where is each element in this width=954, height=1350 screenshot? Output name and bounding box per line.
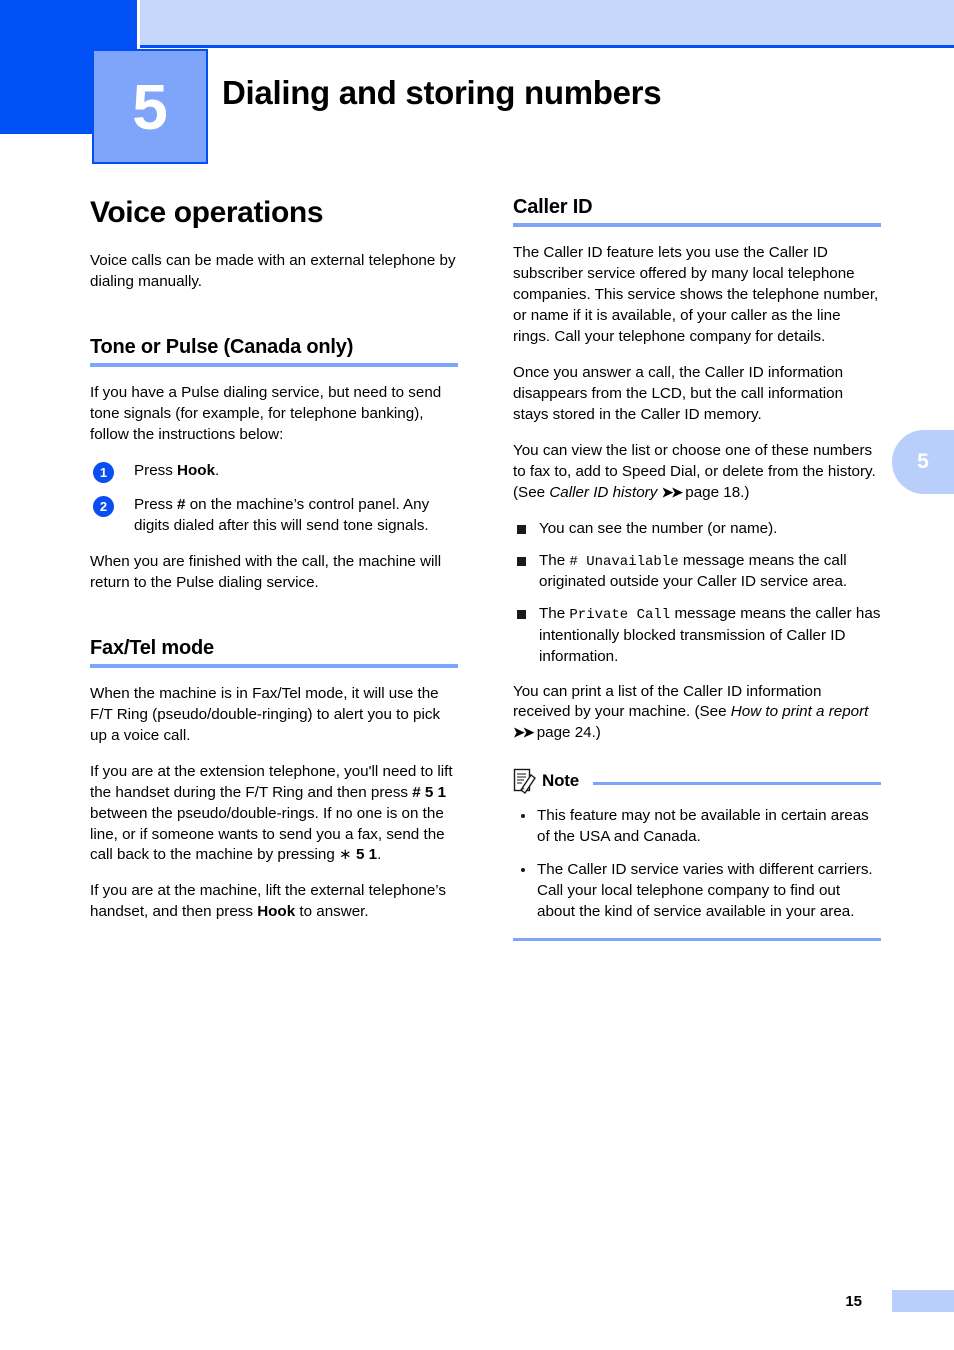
fax-tel-para-2: If you are at the extension telephone, y… (90, 762, 458, 867)
note-header: Note (513, 766, 881, 796)
caller-id-para-2: Once you answer a call, the Caller ID in… (513, 363, 844, 423)
note-item: The Caller ID service varies with differ… (513, 860, 881, 923)
note-item-text: The Caller ID service varies with differ… (537, 861, 873, 921)
xref-caller-id-history: Caller ID history (549, 483, 658, 501)
caller-id-para-4: You can print a list of the Caller ID in… (513, 682, 881, 745)
fax-tel-para-2-a: If you are at the extension telephone, y… (90, 762, 453, 801)
right-column: Caller ID The Caller ID feature lets you… (513, 196, 881, 942)
step-number-badge: 2 (93, 495, 114, 517)
note-label: Note (542, 771, 579, 791)
dot-bullet-icon (521, 814, 525, 819)
bullet-text-pre: You can see the number (or name). (539, 519, 778, 537)
square-bullet-icon (517, 610, 526, 620)
voice-operations-intro: Voice calls can be made with an external… (90, 252, 456, 290)
note-item-text: This feature may not be available in cer… (537, 807, 869, 846)
step-text-pre: Press (134, 461, 178, 479)
bullet-text-mono: # Unavailable (569, 553, 679, 570)
tone-or-pulse-closing: When you are finished with the call, the… (90, 552, 442, 591)
note-pencil-icon (513, 769, 536, 795)
fax-tel-para-1: When the machine is in Fax/Tel mode, it … (90, 684, 441, 744)
heading-fax-tel-mode: Fax/Tel mode (90, 637, 458, 668)
section-title-voice-operations: Voice operations (90, 196, 324, 229)
list-item: You can see the number (or name). (513, 519, 881, 540)
fax-tel-para-2-f: . (377, 846, 382, 864)
list-item: The # Unavailable message means the call… (513, 551, 881, 593)
left-column: Voice operations Voice calls can be made… (90, 196, 458, 923)
note-block: Note This feature may not be available i… (513, 766, 881, 942)
square-bullet-icon (517, 524, 526, 534)
step-item: 2 Press # on the machine’s control panel… (90, 495, 458, 537)
step-item: 1 Press Hook. (90, 461, 458, 483)
page-footer: 15 (0, 1290, 954, 1316)
tone-or-pulse-lead: If you have a Pulse dialing service, but… (90, 383, 442, 443)
fax-tel-keys-5-1: 5 1 (356, 846, 378, 864)
step-number-badge: 1 (93, 461, 114, 483)
asterisk-symbol: ∗ (339, 846, 352, 864)
caller-id-para-4-b: page 24.) (532, 724, 601, 742)
xref-how-to-print-a-report: How to print a report (730, 703, 869, 721)
fax-tel-para-3: If you are at the machine, lift the exte… (90, 881, 458, 923)
page-header: 5 Dialing and storing numbers (0, 0, 954, 180)
caller-id-bullet-list: You can see the number (or name). The # … (513, 519, 881, 668)
note-body: This feature may not be available in cer… (513, 806, 881, 923)
xref-arrows-icon: ➤➤ (661, 483, 684, 500)
step-text-bold: # (177, 495, 186, 513)
dot-bullet-icon (521, 868, 525, 873)
xref-arrows-icon: ➤➤ (513, 724, 535, 741)
side-chapter-tab: 5 (892, 430, 954, 494)
bullet-text-mono: Private Call (569, 607, 671, 624)
caller-id-para-3: You can view the list or choose one of t… (513, 441, 881, 504)
caller-id-para-1: The Caller ID feature lets you use the C… (513, 244, 879, 345)
chapter-title: Dialing and storing numbers (222, 74, 662, 111)
step-text-pre: Press (134, 495, 178, 513)
step-text-bold: Hook (177, 461, 216, 479)
note-header-rule (592, 781, 881, 785)
fax-tel-keys-hash-5-1: # 5 1 (412, 783, 447, 801)
square-bullet-icon (517, 556, 526, 566)
page-number: 15 (845, 1293, 862, 1310)
header-band (140, 0, 954, 45)
note-closing-rule (513, 938, 881, 942)
heading-tone-or-pulse: Tone or Pulse (Canada only) (90, 336, 458, 367)
fax-tel-para-3-c: to answer. (295, 903, 369, 921)
header-rule (140, 45, 954, 48)
footer-tab-block (892, 1290, 954, 1312)
tone-or-pulse-steps: 1 Press Hook. 2 Press # on the machine’s… (90, 461, 458, 537)
bullet-text-pre: The (539, 551, 570, 569)
list-item: The Private Call message means the calle… (513, 604, 881, 667)
chapter-number-box: 5 (92, 49, 208, 164)
heading-caller-id: Caller ID (513, 196, 881, 227)
note-item: This feature may not be available in cer… (513, 806, 881, 848)
fax-tel-key-hook: Hook (257, 903, 296, 921)
bullet-text-pre: The (539, 605, 570, 623)
caller-id-para-3-b: page 18.) (681, 483, 750, 501)
fax-tel-para-2-c: between the pseudo/double-rings. If no o… (90, 804, 445, 864)
step-text-post: . (215, 461, 220, 479)
